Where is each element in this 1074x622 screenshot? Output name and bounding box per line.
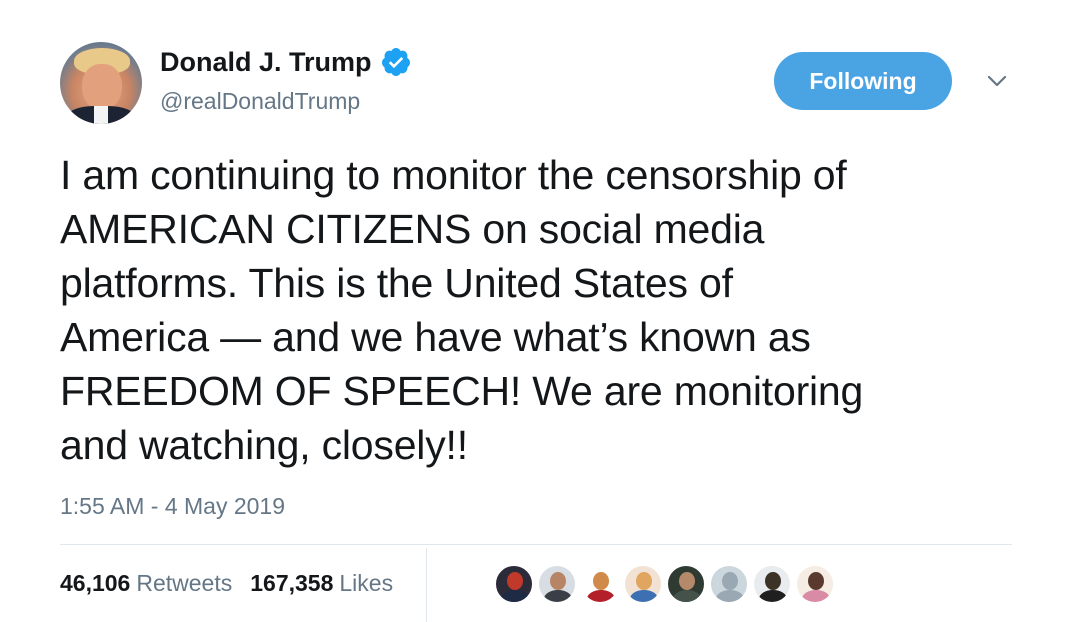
liker-body (501, 590, 529, 602)
liker-avatars (494, 564, 835, 604)
likes-label: Likes (339, 570, 394, 596)
liker-head (808, 572, 824, 590)
avatar-face (82, 64, 122, 110)
following-button[interactable]: Following (774, 52, 952, 110)
stats-vertical-divider (426, 548, 427, 622)
verified-badge-icon (380, 46, 412, 78)
tweet-timestamp[interactable]: 1:55 AM - 4 May 2019 (60, 493, 285, 520)
liker-avatar-6[interactable] (709, 564, 749, 604)
liker-avatar-8[interactable] (795, 564, 835, 604)
retweets-count: 46,106 (60, 570, 131, 596)
tweet-text: I am continuing to monitor the censorshi… (60, 152, 864, 468)
author-name[interactable]: Donald J. Trump (160, 47, 372, 78)
liker-body (630, 590, 658, 602)
stats-divider (60, 544, 1012, 545)
liker-head (636, 572, 652, 590)
author-handle[interactable]: @realDonaldTrump (160, 88, 360, 115)
liker-avatar-3[interactable] (580, 564, 620, 604)
liker-avatar-1[interactable] (494, 564, 534, 604)
author-avatar[interactable] (60, 42, 142, 124)
liker-avatar-7[interactable] (752, 564, 792, 604)
liker-avatar-2[interactable] (537, 564, 577, 604)
liker-head (765, 572, 781, 590)
liker-avatar-4[interactable] (623, 564, 663, 604)
liker-head (593, 572, 609, 590)
liker-head (550, 572, 566, 590)
liker-head (507, 572, 523, 590)
author-name-row: Donald J. Trump (160, 46, 412, 78)
chevron-down-icon[interactable] (982, 68, 1012, 94)
liker-head (722, 572, 738, 590)
liker-avatar-5[interactable] (666, 564, 706, 604)
retweets-label: Retweets (136, 570, 233, 596)
liker-body (716, 590, 744, 602)
tweet-stats: 46,106 Retweets 167,358 Likes (60, 570, 393, 597)
retweets-stat[interactable]: 46,106 Retweets (60, 570, 232, 597)
liker-body (587, 590, 615, 602)
likes-stat[interactable]: 167,358 Likes (250, 570, 393, 597)
likes-count: 167,358 (250, 570, 334, 596)
liker-body (759, 590, 787, 602)
tweet-card: Donald J. Trump @realDonaldTrump Followi… (0, 0, 1074, 622)
avatar-collar (94, 106, 108, 124)
liker-body (802, 590, 830, 602)
liker-body (673, 590, 701, 602)
liker-head (679, 572, 695, 590)
liker-body (544, 590, 572, 602)
